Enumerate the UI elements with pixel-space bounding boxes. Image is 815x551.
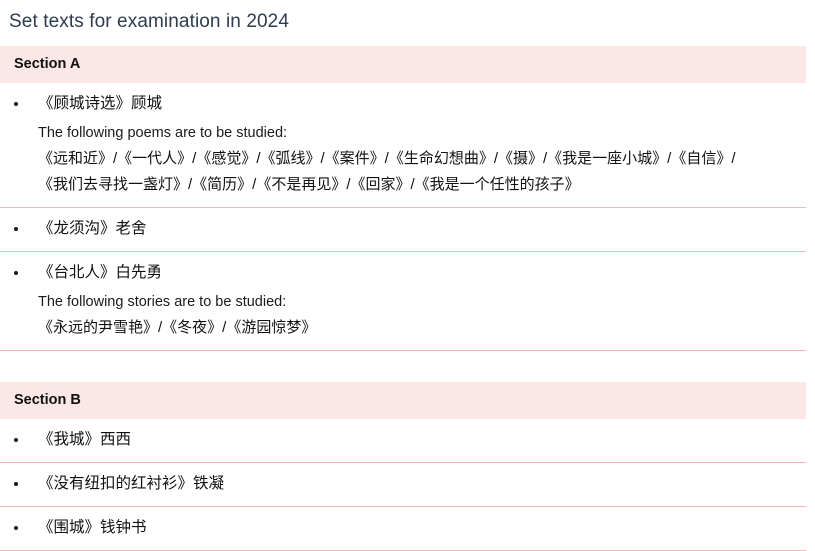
page-title: Set texts for examination in 2024	[9, 11, 290, 32]
set-text-works-line: 《永远的尹雪艳》/《冬夜》/《游园惊梦》	[38, 319, 317, 336]
set-text-works-line: 《远和近》/《一代人》/《感觉》/《弧线》/《案件》/《生命幻想曲》/《摄》/《…	[38, 150, 736, 167]
set-text-title: 《围城》钱钟书	[38, 519, 147, 536]
section-a-item-list: 《顾城诗选》顾城 The following poems are to be s…	[0, 83, 815, 351]
set-text-title: 《我城》西西	[38, 431, 132, 448]
set-text-note: The following stories are to be studied:	[38, 294, 287, 310]
list-item: 《我城》西西	[0, 419, 806, 463]
section-a-header: Section A	[0, 46, 806, 83]
list-item: 《龙须沟》老舍	[0, 208, 806, 252]
section-b-item-list: 《我城》西西 《没有纽扣的红衬衫》铁凝 《围城》钱钟书	[0, 419, 815, 551]
section-b-header: Section B	[0, 382, 806, 419]
section-b: Section B 《我城》西西 《没有纽扣的红衬衫》铁凝 《围城》钱钟书	[0, 382, 815, 551]
set-text-note: The following poems are to be studied:	[38, 125, 288, 141]
list-item: 《围城》钱钟书	[0, 507, 806, 551]
set-text-works-line: 《我们去寻找一盏灯》/《简历》/《不是再见》/《回家》/《我是一个任性的孩子》	[38, 176, 580, 193]
set-text-title: 《顾城诗选》顾城	[38, 95, 163, 112]
list-item: 《没有纽扣的红衬衫》铁凝	[0, 463, 806, 507]
section-a: Section A 《顾城诗选》顾城 The following poems a…	[0, 46, 815, 351]
set-text-title: 《台北人》白先勇	[38, 264, 163, 281]
document-page: Set texts for examination in 2024 Sectio…	[0, 0, 815, 551]
set-text-title: 《没有纽扣的红衬衫》铁凝	[38, 475, 225, 492]
set-text-title: 《龙须沟》老舍	[38, 220, 147, 237]
list-item: 《顾城诗选》顾城 The following poems are to be s…	[0, 83, 806, 208]
list-item: 《台北人》白先勇 The following stories are to be…	[0, 252, 806, 351]
